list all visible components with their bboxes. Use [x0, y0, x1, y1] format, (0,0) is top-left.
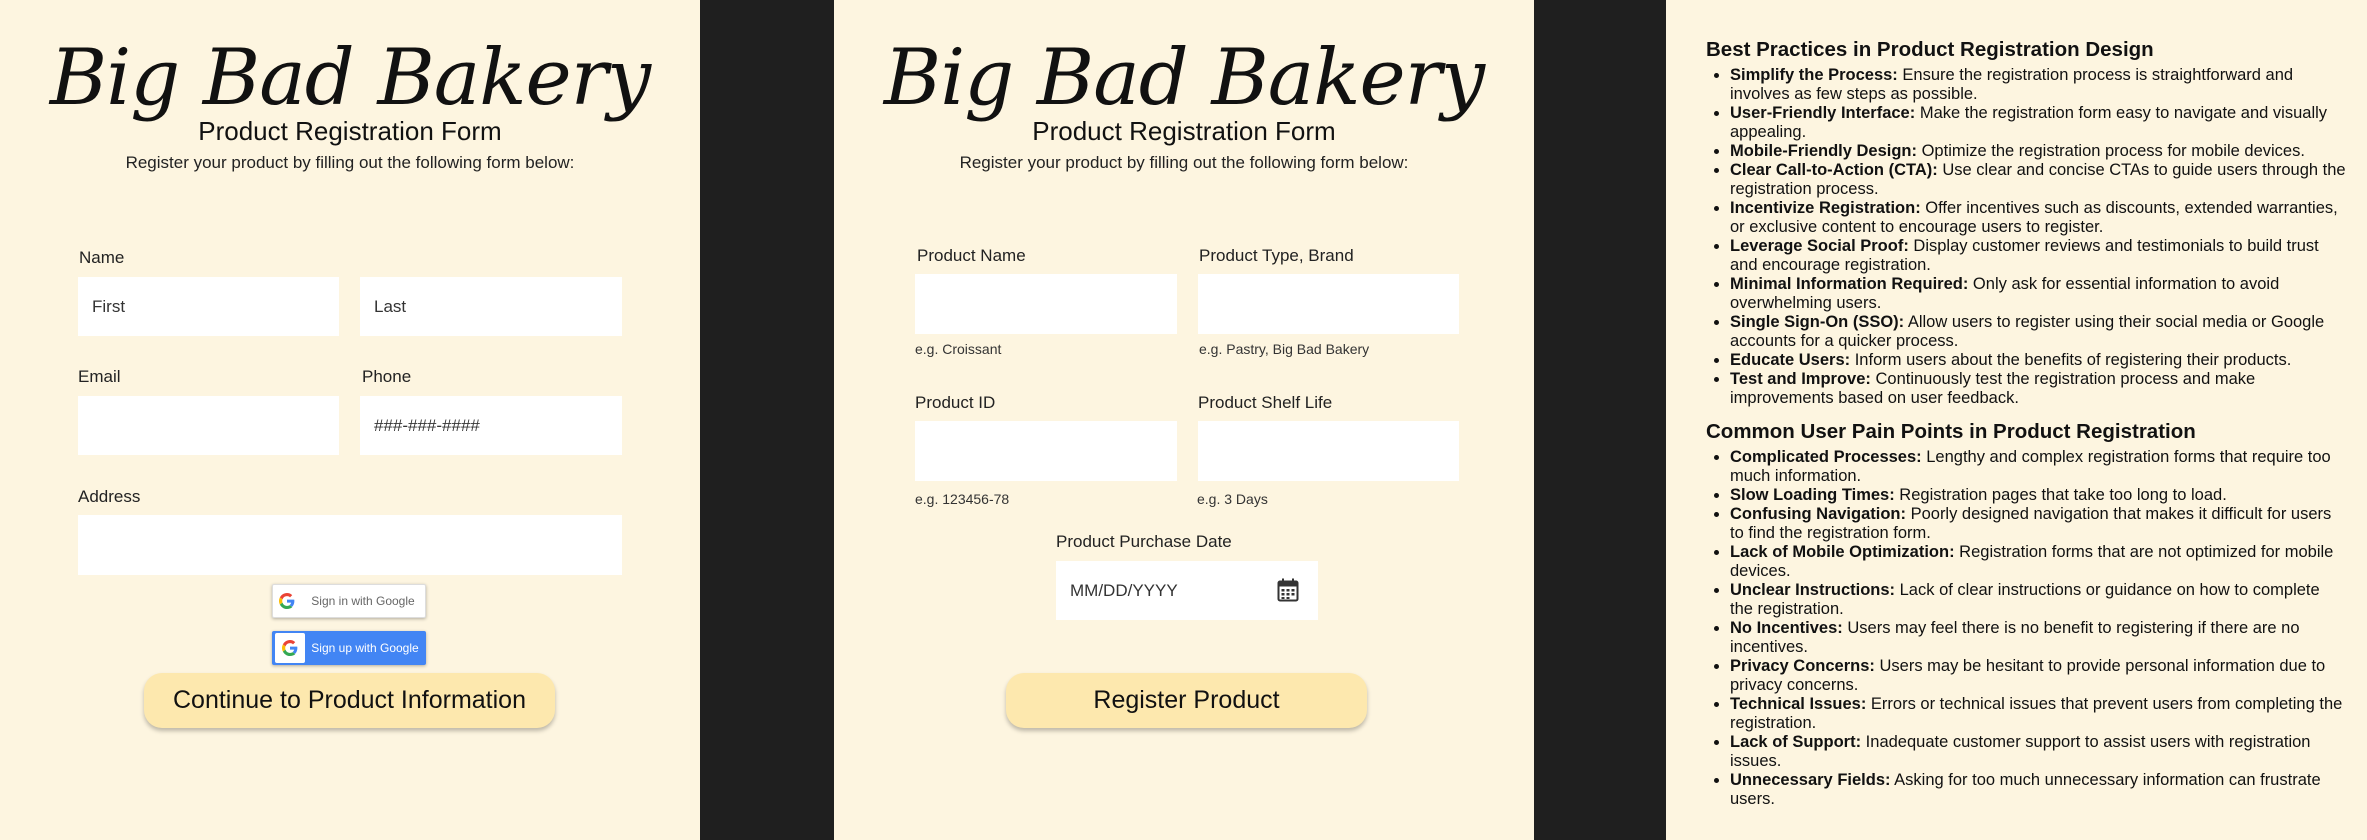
product-form-panel: Big Bad Bakery Product Registration Form… — [834, 0, 1534, 840]
google-signup-button[interactable]: Sign up with Google — [272, 631, 426, 665]
phone-input[interactable] — [360, 396, 622, 455]
phone-label: Phone — [362, 367, 412, 386]
purchase-date-label: Product Purchase Date — [1056, 532, 1232, 551]
email-label: Email — [78, 367, 121, 386]
last-name-input[interactable] — [360, 277, 622, 336]
brand-logo-text: Big Bad Bakery — [883, 33, 1485, 123]
list-item: Unnecessary Fields: Asking for too much … — [1730, 771, 2346, 809]
list-item: Clear Call-to-Action (CTA): Use clear an… — [1730, 161, 2346, 199]
list-item-term: Test and Improve: — [1730, 370, 1871, 388]
brand-logo-text: Big Bad Bakery — [49, 33, 651, 123]
article-panel: Best Practices in Product Registration D… — [1666, 0, 2367, 840]
list-item-term: Incentivize Registration: — [1730, 199, 1921, 217]
address-label: Address — [78, 487, 141, 506]
article: Best Practices in Product Registration D… — [1706, 38, 2346, 821]
list-item-term: Unclear Instructions: — [1730, 581, 1896, 599]
list-item: Educate Users: Inform users about the be… — [1730, 351, 2346, 370]
product-name-label: Product Name — [917, 246, 1026, 265]
form-intro: Register your product by filling out the… — [959, 153, 1409, 172]
shelf-life-input[interactable] — [1198, 421, 1459, 481]
list-item: Technical Issues: Errors or technical is… — [1730, 695, 2346, 733]
best-practices-heading: Best Practices in Product Registration D… — [1706, 38, 2154, 61]
calendar-icon[interactable] — [1277, 578, 1299, 607]
name-label: Name — [79, 248, 125, 267]
product-type-input[interactable] — [1198, 274, 1459, 334]
list-item: Minimal Information Required: Only ask f… — [1730, 275, 2346, 313]
list-item: Complicated Processes: Lengthy and compl… — [1730, 448, 2346, 486]
product-id-hint: e.g. 123456-78 — [915, 491, 1010, 507]
pain-points-list: Complicated Processes: Lengthy and compl… — [1706, 448, 2346, 809]
list-item: Single Sign-On (SSO): Allow users to reg… — [1730, 313, 2346, 351]
form-intro: Register your product by filling out the… — [125, 153, 575, 172]
list-item-term: Lack of Mobile Optimization: — [1730, 543, 1955, 561]
list-item-term: Slow Loading Times: — [1730, 486, 1895, 504]
email-input[interactable] — [78, 396, 339, 455]
best-practices-list: Simplify the Process: Ensure the registr… — [1706, 66, 2346, 408]
list-item: Incentivize Registration: Offer incentiv… — [1730, 199, 2346, 237]
contact-form-panel: Big Bad Bakery Product Registration Form… — [0, 0, 700, 840]
list-item-term: Educate Users: — [1730, 351, 1851, 369]
list-item: No Incentives: Users may feel there is n… — [1730, 619, 2346, 657]
list-item: Unclear Instructions: Lack of clear inst… — [1730, 581, 2346, 619]
list-item: Slow Loading Times: Registration pages t… — [1730, 486, 2346, 505]
list-item-text: Inform users about the benefits of regis… — [1850, 351, 2292, 369]
list-item-term: Privacy Concerns: — [1730, 657, 1875, 675]
product-id-input[interactable] — [915, 421, 1177, 481]
list-item-term: Leverage Social Proof: — [1730, 237, 1909, 255]
list-item: Leverage Social Proof: Display customer … — [1730, 237, 2346, 275]
list-item-term: Minimal Information Required: — [1730, 275, 1969, 293]
list-item-term: Technical Issues: — [1730, 695, 1867, 713]
list-item-term: Confusing Navigation: — [1730, 505, 1906, 523]
product-type-label: Product Type, Brand — [1199, 246, 1354, 265]
list-item: Simplify the Process: Ensure the registr… — [1730, 66, 2346, 104]
product-id-label: Product ID — [915, 393, 996, 412]
product-name-input[interactable] — [915, 274, 1177, 334]
google-signin-button[interactable]: Sign in with Google — [272, 584, 426, 618]
list-item: Test and Improve: Continuously test the … — [1730, 370, 2346, 408]
product-name-hint: e.g. Croissant — [915, 341, 1002, 357]
google-g-icon — [275, 633, 305, 663]
list-item-term: Unnecessary Fields: — [1730, 771, 1891, 789]
first-name-input[interactable] — [78, 277, 339, 336]
list-item: Mobile-Friendly Design: Optimize the reg… — [1730, 142, 2346, 161]
list-item-term: Single Sign-On (SSO): — [1730, 313, 1905, 331]
continue-button[interactable]: Continue to Product Information — [144, 673, 555, 728]
form-title: Product Registration Form — [1032, 116, 1336, 146]
pain-points-heading: Common User Pain Points in Product Regis… — [1706, 420, 2196, 443]
google-signin-label: Sign in with Google — [311, 594, 415, 608]
list-item: Confusing Navigation: Poorly designed na… — [1730, 505, 2346, 543]
register-product-button[interactable]: Register Product — [1006, 673, 1367, 728]
list-item-term: User-Friendly Interface: — [1730, 104, 1916, 122]
list-item: Lack of Support: Inadequate customer sup… — [1730, 733, 2346, 771]
google-g-icon — [273, 587, 301, 615]
list-item-term: Clear Call-to-Action (CTA): — [1730, 161, 1938, 179]
list-item-term: No Incentives: — [1730, 619, 1843, 637]
list-item: Privacy Concerns: Users may be hesitant … — [1730, 657, 2346, 695]
list-item-term: Simplify the Process: — [1730, 66, 1898, 84]
shelf-life-hint: e.g. 3 Days — [1197, 491, 1268, 507]
shelf-life-label: Product Shelf Life — [1198, 393, 1333, 412]
list-item-term: Mobile-Friendly Design: — [1730, 142, 1918, 160]
list-item-term: Lack of Support: — [1730, 733, 1862, 751]
product-type-hint: e.g. Pastry, Big Bad Bakery — [1199, 341, 1370, 357]
list-item-text: Registration pages that take too long to… — [1894, 486, 2227, 504]
google-signup-label: Sign up with Google — [311, 641, 419, 655]
address-input[interactable] — [78, 515, 622, 575]
form-title: Product Registration Form — [198, 116, 502, 146]
list-item: User-Friendly Interface: Make the regist… — [1730, 104, 2346, 142]
list-item-text: Optimize the registration process for mo… — [1917, 142, 2305, 160]
list-item-term: Complicated Processes: — [1730, 448, 1922, 466]
list-item: Lack of Mobile Optimization: Registratio… — [1730, 543, 2346, 581]
